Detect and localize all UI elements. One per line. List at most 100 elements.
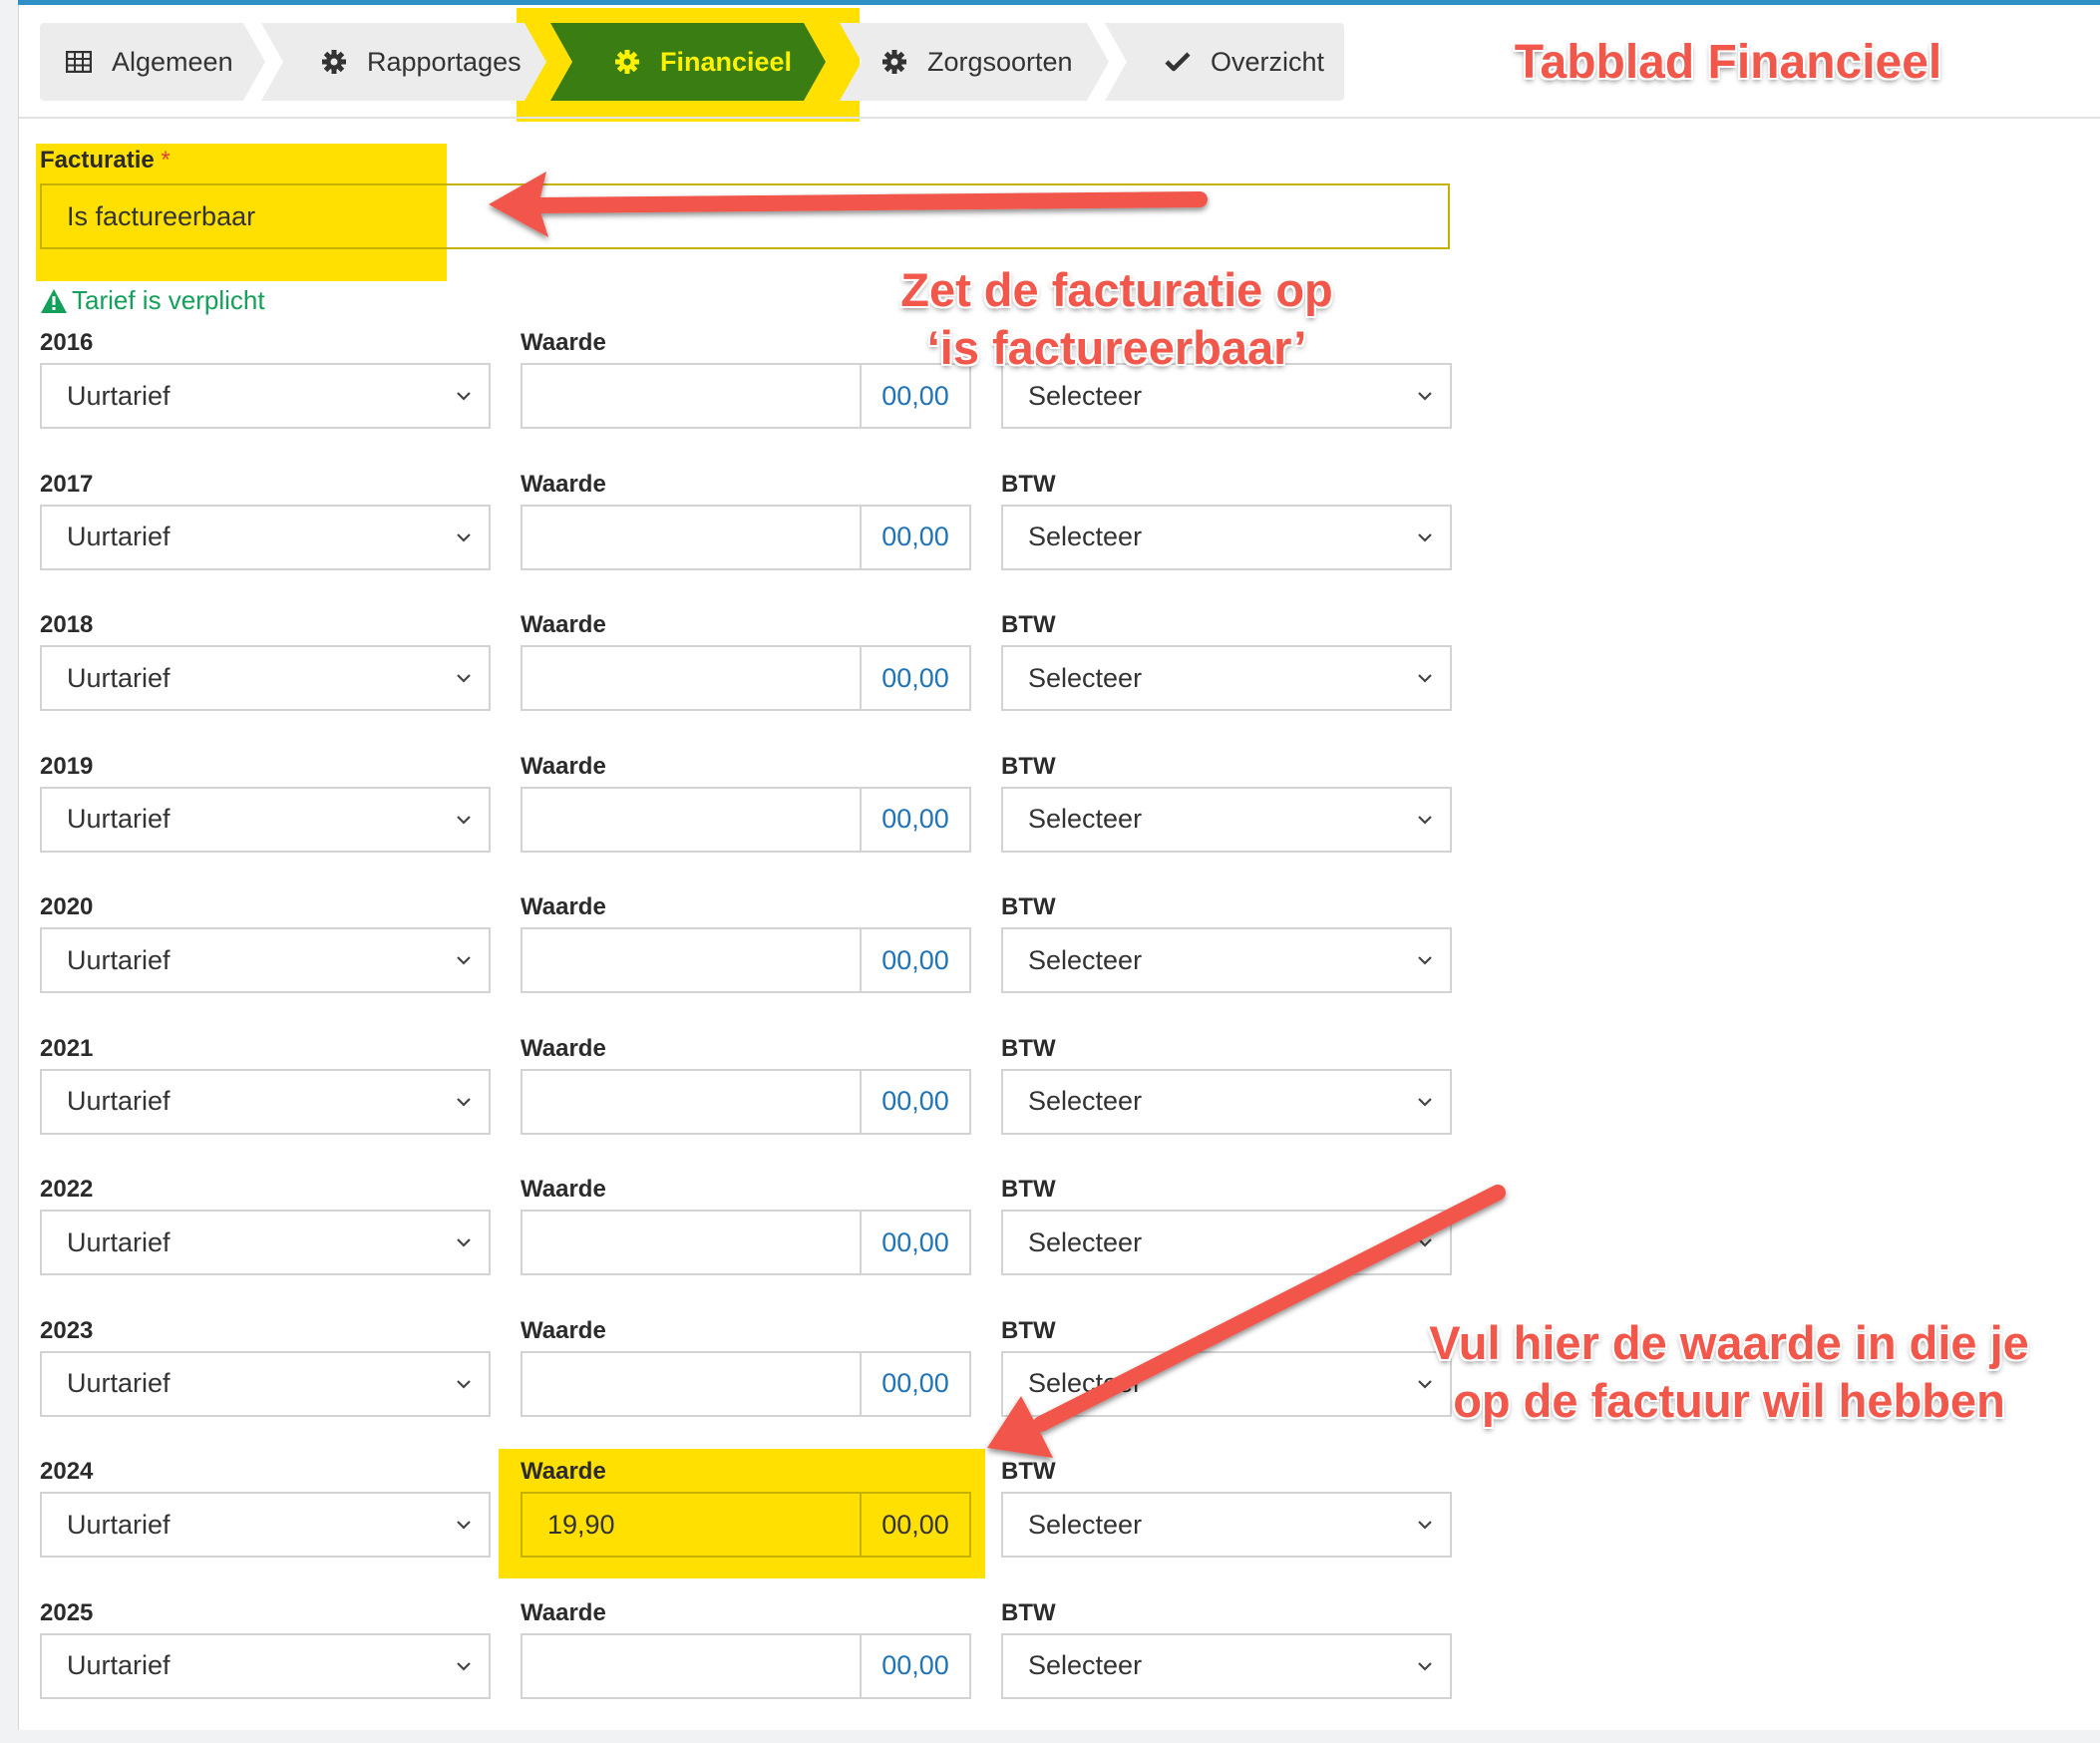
year-label: 2022 xyxy=(40,1176,94,1203)
value-label: Waarde xyxy=(521,1458,606,1485)
vat-select[interactable]: Selecteer xyxy=(1001,645,1452,711)
top-accent-line xyxy=(18,0,2100,5)
chevron-down-icon xyxy=(457,815,471,825)
tab-rapportages[interactable]: Rapportages xyxy=(261,23,546,101)
chevron-down-icon xyxy=(457,392,471,401)
rate-type-value: Uurtarief xyxy=(67,522,171,551)
vat-label: BTW xyxy=(1001,611,1056,638)
vat-select[interactable]: Selecteer xyxy=(1001,1350,1452,1417)
value-label: Waarde xyxy=(521,329,606,356)
rate-type-select[interactable]: Uurtarief xyxy=(40,504,491,570)
rate-type-select[interactable]: Uurtarief xyxy=(40,645,491,711)
rate-type-value: Uurtarief xyxy=(67,804,171,834)
vat-select[interactable]: Selecteer xyxy=(1001,1492,1452,1558)
vat-label: BTW xyxy=(1001,1458,1056,1485)
value-suffix: 00,00 xyxy=(860,1212,969,1273)
gear-icon xyxy=(612,47,642,77)
billing-label: Facturatie * xyxy=(40,147,171,174)
vat-select-value: Selecteer xyxy=(1028,1086,1143,1116)
rate-type-value: Uurtarief xyxy=(67,1226,171,1257)
table-icon xyxy=(64,47,94,77)
vat-select[interactable]: Selecteer xyxy=(1001,927,1452,993)
vat-select-value: Selecteer xyxy=(1028,662,1143,693)
rate-type-value: Uurtarief xyxy=(67,380,171,411)
year-label: 2023 xyxy=(40,1316,94,1344)
value-input[interactable]: 00,00 xyxy=(521,1350,971,1417)
year-label: 2017 xyxy=(40,470,94,498)
value-input[interactable]: 00,00 xyxy=(521,1632,971,1699)
gear-icon xyxy=(879,47,909,77)
billing-select-value: Is factureerbaar xyxy=(67,200,256,231)
vat-select-value: Selecteer xyxy=(1028,1368,1143,1398)
vat-select-value: Selecteer xyxy=(1028,1226,1143,1257)
billing-label-text: Facturatie xyxy=(40,147,155,174)
rate-type-select[interactable]: Uurtarief xyxy=(40,1632,491,1699)
tab-label: Zorgsoorten xyxy=(927,46,1073,77)
year-label: 2019 xyxy=(40,752,94,780)
value-suffix: 00,00 xyxy=(860,506,969,568)
rate-type-value: Uurtarief xyxy=(67,1086,171,1116)
rate-type-select[interactable]: Uurtarief xyxy=(40,1068,491,1135)
year-label: 2020 xyxy=(40,893,94,920)
value-input[interactable]: 00,00 xyxy=(521,1068,971,1135)
chevron-down-icon xyxy=(457,532,471,542)
vat-label: BTW xyxy=(1001,1176,1056,1203)
value-input[interactable]: 00,00 xyxy=(521,786,971,853)
vat-select[interactable]: Selecteer xyxy=(1001,1632,1452,1699)
rate-type-select[interactable]: Uurtarief xyxy=(40,363,491,429)
value-label: Waarde xyxy=(521,1176,606,1203)
vat-label: BTW xyxy=(1001,893,1056,920)
tab-label: Overzicht xyxy=(1211,46,1325,77)
chevron-down-icon xyxy=(457,1379,471,1389)
year-label: 2024 xyxy=(40,1458,94,1485)
tab-overzicht[interactable]: Overzicht xyxy=(1105,23,1344,101)
tab-zorgsoorten[interactable]: Zorgsoorten xyxy=(840,23,1109,101)
value-label: Waarde xyxy=(521,611,606,638)
value-suffix: 00,00 xyxy=(860,1634,969,1697)
vat-select[interactable]: Selecteer xyxy=(1001,786,1452,853)
rate-type-select[interactable]: Uurtarief xyxy=(40,786,491,853)
rate-type-value: Uurtarief xyxy=(67,1650,171,1680)
vat-select-value: Selecteer xyxy=(1028,1650,1143,1680)
value-input[interactable]: 00,00 xyxy=(521,927,971,993)
year-label: 2016 xyxy=(40,329,94,356)
annotation-line: Zet de facturatie op xyxy=(900,263,1333,316)
rate-type-select[interactable]: Uurtarief xyxy=(40,927,491,993)
value-input[interactable]: 19,90 00,00 xyxy=(521,1492,971,1558)
vat-select[interactable]: Selecteer xyxy=(1001,1068,1452,1135)
vat-label: BTW xyxy=(1001,1034,1056,1062)
annotation-billing-note: Zet de facturatie op ‘is factureerbaar’ xyxy=(858,261,1376,377)
tab-algemeen[interactable]: Algemeen xyxy=(40,23,265,101)
tab-financieel[interactable]: Financieel xyxy=(550,23,826,101)
annotation-title: Tabblad Financieel xyxy=(1514,36,1942,89)
value-label: Waarde xyxy=(521,1034,606,1062)
chevron-down-icon xyxy=(1418,1521,1432,1530)
chevron-down-icon xyxy=(457,1661,471,1671)
required-marker: * xyxy=(161,147,171,174)
value-suffix: 00,00 xyxy=(860,1352,969,1415)
value-input[interactable]: 00,00 xyxy=(521,1210,971,1275)
vat-select-value: Selecteer xyxy=(1028,804,1143,834)
rate-type-select[interactable]: Uurtarief xyxy=(40,1350,491,1417)
chevron-down-icon xyxy=(1418,532,1432,542)
value-input[interactable]: 00,00 xyxy=(521,645,971,711)
value-input[interactable]: 00,00 xyxy=(521,504,971,570)
gear-icon xyxy=(319,47,349,77)
chevron-down-icon xyxy=(1418,1661,1432,1671)
rate-type-select[interactable]: Uurtarief xyxy=(40,1492,491,1558)
check-icon xyxy=(1163,47,1193,77)
tab-label: Algemeen xyxy=(112,46,233,77)
rate-type-select[interactable]: Uurtarief xyxy=(40,1210,491,1275)
chevron-down-icon xyxy=(1418,1097,1432,1107)
rate-type-value: Uurtarief xyxy=(67,1368,171,1398)
value-suffix: 00,00 xyxy=(860,1070,969,1133)
vat-select[interactable]: Selecteer xyxy=(1001,1210,1452,1275)
vat-select-value: Selecteer xyxy=(1028,1509,1143,1540)
year-label: 2018 xyxy=(40,611,94,638)
annotation-line: op de factuur wil hebben xyxy=(1453,1374,2005,1427)
vat-select[interactable]: Selecteer xyxy=(1001,504,1452,570)
vat-select-value: Selecteer xyxy=(1028,944,1143,975)
chevron-down-icon xyxy=(1418,815,1432,825)
warning-icon xyxy=(41,288,67,313)
annotation-line: Vul hier de waarde in die je xyxy=(1429,1316,2029,1369)
